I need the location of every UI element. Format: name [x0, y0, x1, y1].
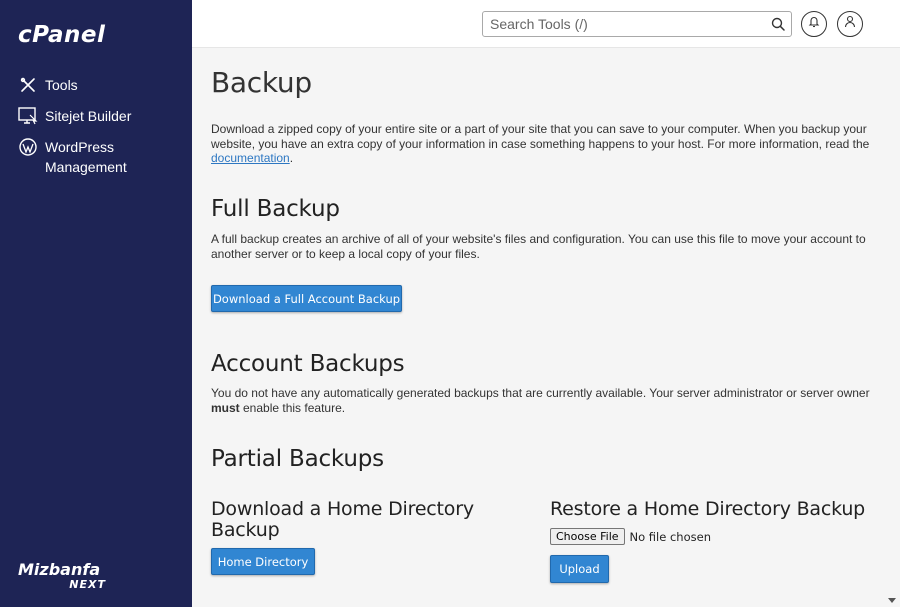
account-backups-heading: Account Backups [211, 351, 405, 377]
intro-text: Download a zipped copy of your entire si… [211, 122, 871, 166]
download-full-backup-button[interactable]: Download a Full Account Backup [211, 285, 402, 312]
brand-name: Mizbanfa [18, 560, 101, 579]
search-icon[interactable] [771, 17, 785, 31]
sidebar: cPanel Tools Sitejet Builder WordPress M… [0, 0, 192, 607]
restore-home-directory-heading: Restore a Home Directory Backup [550, 498, 866, 520]
upload-button[interactable]: Upload [550, 555, 609, 583]
brand-logo: Mizbanfa NEXT [18, 561, 118, 591]
intro-body: Download a zipped copy of your entire si… [211, 122, 870, 151]
sidebar-item-label: Tools [45, 77, 78, 93]
top-bar [192, 0, 900, 48]
notifications-button[interactable] [801, 11, 827, 37]
bell-icon [808, 15, 820, 33]
page-title: Backup [211, 66, 312, 99]
intro-end: . [289, 151, 294, 165]
search-input[interactable] [483, 13, 763, 35]
account-backups-text-after: enable this feature. [239, 400, 346, 415]
sidebar-item-label: Sitejet Builder [45, 108, 132, 124]
sidebar-item-wordpress[interactable]: WordPress Management [0, 137, 192, 177]
sidebar-item-tools[interactable]: Tools [0, 75, 192, 95]
brand-tagline: NEXT [69, 578, 106, 591]
download-home-directory-heading: Download a Home Directory Backup [211, 498, 474, 541]
user-icon [844, 15, 856, 33]
account-backups-text: You do not have any automatically genera… [211, 386, 871, 415]
choose-file-button[interactable]: Choose File [550, 528, 625, 545]
file-picker: Choose File No file chosen [550, 528, 711, 545]
cpanel-logo[interactable]: cPanel [18, 22, 105, 48]
full-backup-heading: Full Backup [211, 196, 340, 222]
tools-icon [18, 75, 38, 95]
home-directory-button[interactable]: Home Directory [211, 548, 315, 575]
search-box [482, 11, 792, 37]
user-menu-button[interactable] [837, 11, 863, 37]
documentation-link[interactable]: documentation [211, 151, 290, 165]
partial-backups-heading: Partial Backups [211, 446, 384, 472]
scroll-down-arrow-icon[interactable] [888, 598, 896, 603]
sidebar-item-sitejet[interactable]: Sitejet Builder [0, 106, 192, 126]
file-status: No file chosen [629, 529, 711, 544]
monitor-icon [18, 106, 38, 126]
wordpress-icon [18, 137, 38, 157]
full-backup-text: A full backup creates an archive of all … [211, 232, 866, 261]
sidebar-nav: Tools Sitejet Builder WordPress Manageme… [0, 75, 192, 188]
sidebar-item-label: WordPress Management [45, 139, 127, 175]
account-backups-text-bold: must [211, 400, 240, 415]
scrollbar[interactable] [884, 48, 900, 607]
account-backups-text-before: You do not have any automatically genera… [211, 386, 870, 400]
